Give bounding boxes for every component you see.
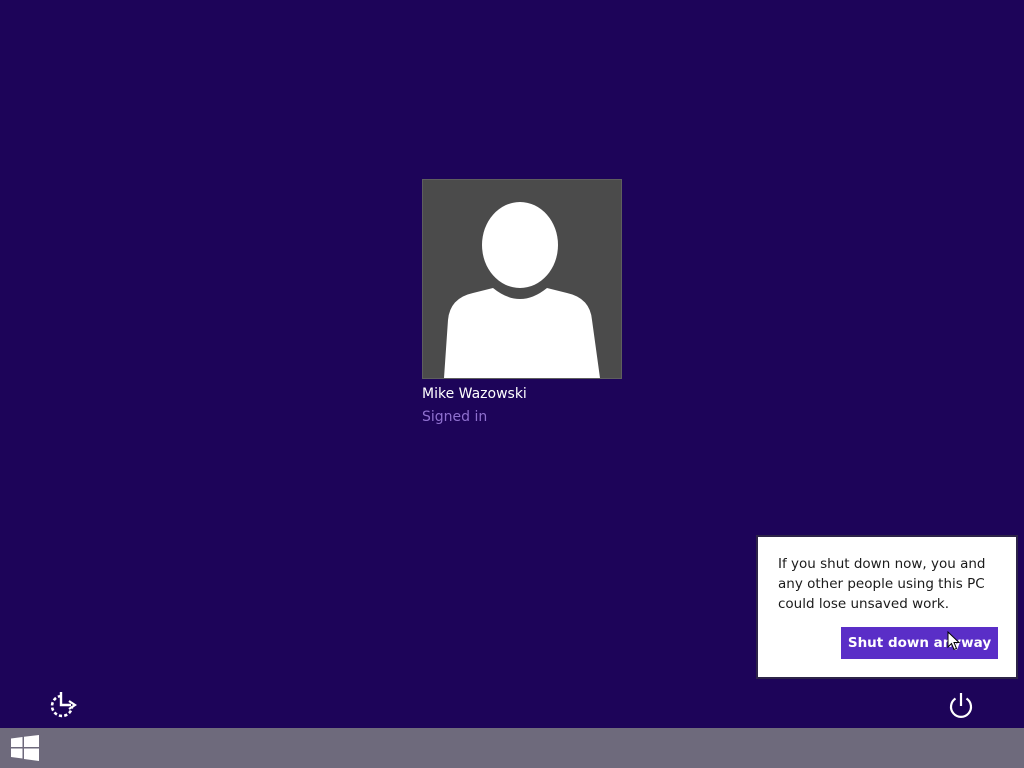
start-button[interactable] — [0, 728, 50, 768]
taskbar — [0, 728, 1024, 768]
lock-screen: Mike Wazowski Signed in If you shut down… — [0, 0, 1024, 768]
power-icon — [949, 693, 973, 718]
windows-logo-icon — [11, 735, 39, 761]
user-avatar-tile[interactable] — [422, 179, 622, 379]
power-button[interactable] — [945, 690, 977, 722]
user-name: Mike Wazowski — [422, 386, 527, 402]
ease-of-access-icon — [50, 692, 77, 718]
shutdown-warning-flyout: If you shut down now, you and any other … — [756, 535, 1018, 679]
ease-of-access-button[interactable] — [48, 691, 80, 721]
shutdown-warning-message: If you shut down now, you and any other … — [778, 556, 986, 612]
default-user-silhouette-icon — [444, 202, 600, 378]
user-status: Signed in — [422, 409, 488, 425]
shut-down-anyway-button[interactable]: Shut down anyway — [841, 627, 998, 659]
